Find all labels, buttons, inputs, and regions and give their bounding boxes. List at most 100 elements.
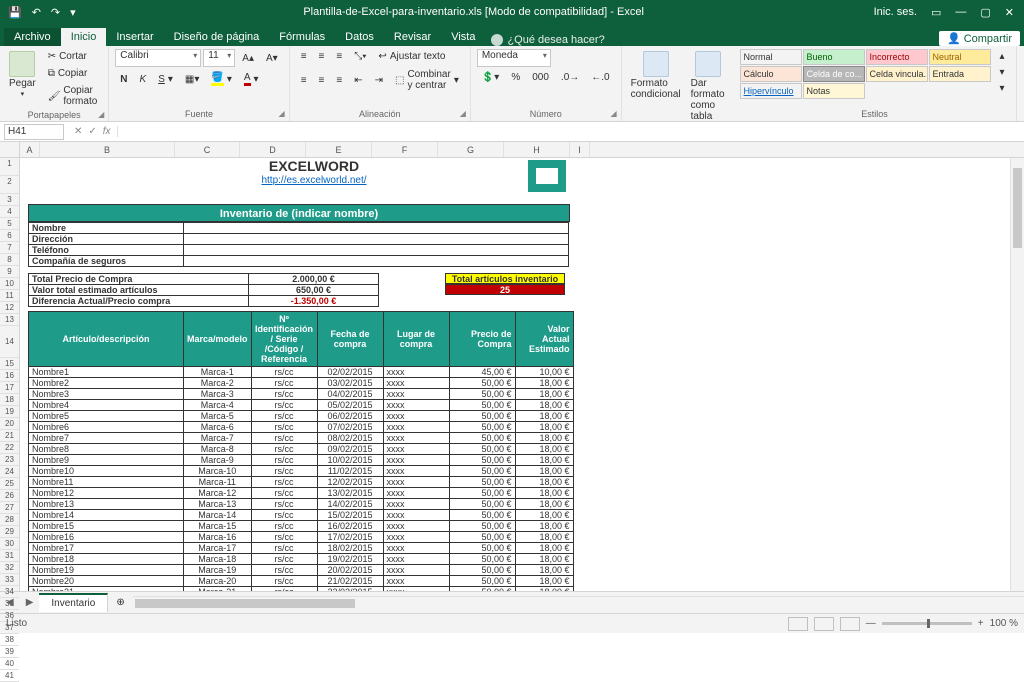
inv-cell[interactable]: xxxx [383,576,449,587]
tell-me[interactable]: ¿Qué desea hacer? [491,34,604,46]
style-neutral[interactable]: Neutral [929,49,991,65]
copy-button[interactable]: ⧉Copiar [43,66,103,81]
inv-cell[interactable]: Nombre10 [29,466,184,477]
tab-fórmulas[interactable]: Fórmulas [269,28,335,46]
row-header-6[interactable]: 6 [0,230,19,242]
inv-cell[interactable]: 18,00 € [515,543,573,554]
styles-gallery[interactable]: NormalBuenoIncorrectoNeutralCálculoCelda… [740,49,991,99]
inv-cell[interactable]: rs/cc [251,400,317,411]
inv-cell[interactable]: Marca-19 [184,565,252,576]
inv-cell[interactable]: xxxx [383,466,449,477]
inv-cell[interactable]: 18,00 € [515,521,573,532]
minimize-icon[interactable]: — [949,4,972,20]
inv-cell[interactable]: Marca-4 [184,400,252,411]
inv-cell[interactable]: 18,00 € [515,389,573,400]
style-incorrecto[interactable]: Incorrecto [866,49,928,65]
inv-cell[interactable]: Marca-20 [184,576,252,587]
inv-cell[interactable]: 18,00 € [515,411,573,422]
inv-cell[interactable]: 50,00 € [449,510,515,521]
row-header-30[interactable]: 30 [0,538,19,550]
inv-cell[interactable]: 18,00 € [515,433,573,444]
inv-cell[interactable]: rs/cc [251,378,317,389]
row-header-26[interactable]: 26 [0,490,19,502]
tab-revisar[interactable]: Revisar [384,28,441,46]
inv-cell[interactable]: 50,00 € [449,378,515,389]
row-header-17[interactable]: 17 [0,382,19,394]
col-header-I[interactable]: I [570,142,590,157]
row-header-24[interactable]: 24 [0,466,19,478]
row-header-29[interactable]: 29 [0,526,19,538]
inv-header[interactable]: Lugar de compra [383,312,449,367]
inv-cell[interactable]: rs/cc [251,367,317,378]
inv-cell[interactable]: 22/02/2015 [317,587,383,592]
row-header-27[interactable]: 27 [0,502,19,514]
style-celda-vincula-[interactable]: Celda vincula... [866,66,928,82]
inv-cell[interactable]: 19/02/2015 [317,554,383,565]
inv-cell[interactable]: xxxx [383,433,449,444]
indent-dec-button[interactable]: ⇤ [349,73,367,88]
zoom-out-button[interactable]: — [866,618,876,629]
inv-cell[interactable]: 02/02/2015 [317,367,383,378]
inv-cell[interactable]: Nombre9 [29,455,184,466]
inv-cell[interactable]: 50,00 € [449,587,515,592]
row-header-1[interactable]: 1 [0,158,19,176]
italic-button[interactable]: K [135,72,152,87]
tab-datos[interactable]: Datos [335,28,384,46]
inv-cell[interactable]: rs/cc [251,433,317,444]
inv-cell[interactable]: Marca-7 [184,433,252,444]
row-header-15[interactable]: 15 [0,358,19,370]
launcher-icon[interactable]: ◢ [460,109,466,118]
col-header-E[interactable]: E [306,142,372,157]
fx-icon[interactable]: fx [103,126,111,137]
launcher-icon[interactable]: ◢ [98,110,104,119]
row-header-9[interactable]: 9 [0,266,19,278]
fill-color-button[interactable]: 🪣▾ [206,70,236,88]
number-format-select[interactable]: Moneda [477,49,551,67]
inv-cell[interactable]: 50,00 € [449,400,515,411]
row-header-13[interactable]: 13 [0,314,19,326]
inv-header[interactable]: Nº Identificación / Serie /Código / Refe… [251,312,317,367]
inv-cell[interactable]: rs/cc [251,532,317,543]
inv-cell[interactable]: Marca-9 [184,455,252,466]
row-header-18[interactable]: 18 [0,394,19,406]
select-all-button[interactable] [0,142,20,158]
inv-cell[interactable]: 07/02/2015 [317,422,383,433]
inv-cell[interactable]: Nombre6 [29,422,184,433]
accounting-button[interactable]: 💲▾ [477,70,504,85]
border-button[interactable]: ▦▾ [180,72,204,87]
inv-cell[interactable]: xxxx [383,499,449,510]
inc-decimal-button[interactable]: .0→ [556,70,584,85]
styles-more-icon[interactable]: ▾ [995,81,1010,96]
inv-cell[interactable]: xxxx [383,444,449,455]
font-size-select[interactable]: 11 [203,49,235,67]
inv-cell[interactable]: xxxx [383,521,449,532]
inv-header[interactable]: Fecha de compra [317,312,383,367]
inv-cell[interactable]: 18/02/2015 [317,543,383,554]
inv-cell[interactable]: Marca-8 [184,444,252,455]
inv-cell[interactable]: 50,00 € [449,444,515,455]
inv-cell[interactable]: rs/cc [251,422,317,433]
inv-cell[interactable]: 50,00 € [449,433,515,444]
inv-cell[interactable]: Marca-14 [184,510,252,521]
shrink-font-button[interactable]: A▾ [261,51,283,66]
inv-cell[interactable]: rs/cc [251,543,317,554]
inv-cell[interactable]: 50,00 € [449,488,515,499]
close-icon[interactable]: ✕ [999,4,1020,21]
inv-cell[interactable]: Marca-15 [184,521,252,532]
inv-cell[interactable]: xxxx [383,367,449,378]
inv-cell[interactable]: Marca-1 [184,367,252,378]
paste-button[interactable]: Pegar ▾ [6,49,39,100]
inv-cell[interactable]: 18,00 € [515,477,573,488]
row-header-11[interactable]: 11 [0,290,19,302]
inv-cell[interactable]: Marca-6 [184,422,252,433]
inv-cell[interactable]: 18,00 € [515,576,573,587]
inv-cell[interactable]: Marca-17 [184,543,252,554]
tab-nav-prev-icon[interactable]: ◀ [0,597,20,608]
styles-up-icon[interactable]: ▴ [995,49,1010,64]
row-header-2[interactable]: 2 [0,176,19,194]
row-headers[interactable]: 1234567891011121314151617181920212223242… [0,158,20,591]
inv-cell[interactable]: rs/cc [251,565,317,576]
inv-cell[interactable]: Nombre21 [29,587,184,592]
row-header-20[interactable]: 20 [0,418,19,430]
inv-cell[interactable]: 50,00 € [449,565,515,576]
